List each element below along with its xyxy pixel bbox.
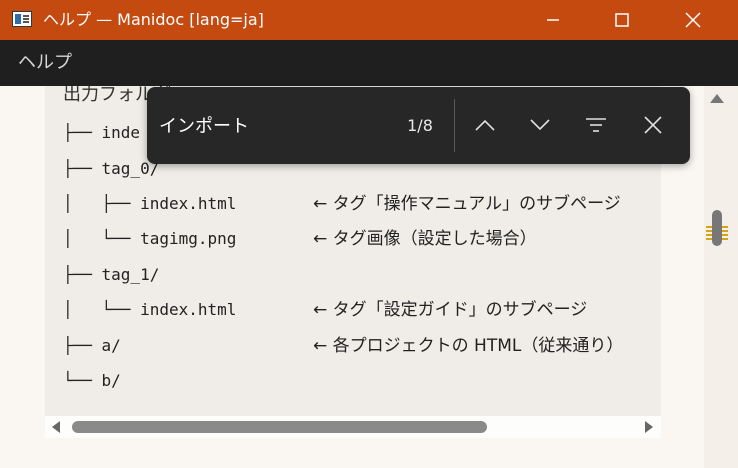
find-bar: 1/8 <box>147 87 690 164</box>
tree-note: ← 各プロジェクトの HTML（従来通り） <box>313 336 624 356</box>
scroll-right-icon[interactable] <box>645 421 653 433</box>
tree-line: ├── inde <box>63 123 141 142</box>
close-icon <box>685 12 701 28</box>
close-icon <box>644 116 662 134</box>
find-separator <box>454 99 455 152</box>
tree-line: │ ├── index.html <box>63 194 237 213</box>
title-bar: ヘルプ — Manidoc [lang=ja] <box>0 0 738 40</box>
maximize-icon <box>615 13 629 27</box>
close-find-button[interactable] <box>633 105 673 145</box>
scroll-up-icon[interactable] <box>710 94 724 103</box>
menu-bar: ヘルプ <box>0 40 738 86</box>
minimize-button[interactable] <box>530 0 576 40</box>
app-icon <box>12 11 32 27</box>
horizontal-scrollbar[interactable] <box>45 416 661 438</box>
window-title: ヘルプ — Manidoc [lang=ja] <box>43 10 264 29</box>
tree-line: ├── tag_0/ <box>63 159 160 178</box>
tree-note: ← タグ「設定ガイド」のサブページ <box>313 300 588 320</box>
chevron-up-icon <box>475 119 495 131</box>
horizontal-scroll-thumb[interactable] <box>72 421 487 433</box>
vertical-scroll-thumb[interactable] <box>712 210 722 246</box>
vertical-scrollbar[interactable] <box>704 86 738 468</box>
tree-line: ├── tag_1/ <box>63 265 160 284</box>
tree-line: │ └── index.html <box>63 300 237 319</box>
scroll-left-icon[interactable] <box>52 421 60 433</box>
tree-line: │ └── tagimg.png <box>63 229 237 248</box>
filter-options-button[interactable] <box>576 105 616 145</box>
menu-help[interactable]: ヘルプ <box>18 40 72 86</box>
previous-match-button[interactable] <box>465 105 505 145</box>
tree-line: └── b/ <box>63 371 121 390</box>
tree-note: ← タグ「操作マニュアル」のサブページ <box>313 194 621 214</box>
tree-line: ├── a/ <box>63 336 121 355</box>
chevron-down-icon <box>530 119 550 131</box>
filter-icon <box>586 118 606 132</box>
maximize-button[interactable] <box>599 0 645 40</box>
match-count: 1/8 <box>407 116 433 135</box>
next-match-button[interactable] <box>520 105 560 145</box>
minimize-icon <box>547 19 559 21</box>
tree-note: ← タグ画像（設定した場合） <box>313 229 537 249</box>
find-input[interactable] <box>159 107 399 143</box>
close-window-button[interactable] <box>670 0 716 40</box>
